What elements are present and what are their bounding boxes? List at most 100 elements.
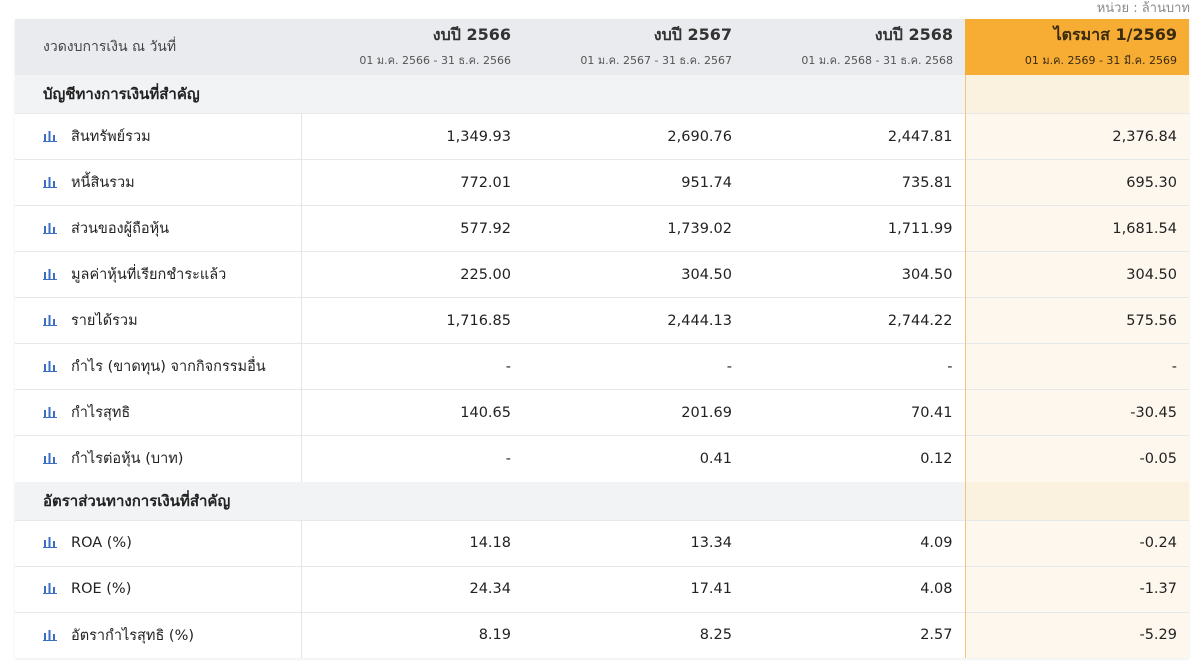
value-cell: -1.37 xyxy=(964,565,1189,612)
value-cell: 201.69 xyxy=(523,389,744,436)
value-cell: -0.24 xyxy=(964,519,1189,566)
section-spacer xyxy=(301,75,965,114)
column-header-2566: งบปี 2566 01 ม.ค. 2566 - 31 ธ.ค. 2566 xyxy=(301,19,523,75)
value-cell: 735.81 xyxy=(744,159,965,206)
row-label-cell: ส่วนของผู้ถือหุ้น xyxy=(15,205,302,252)
table-row: ROA (%) 14.18 13.34 4.09 -0.24 xyxy=(15,519,1189,566)
value-cell: 17.41 xyxy=(523,565,744,612)
row-label-cell: รายได้รวม xyxy=(15,297,302,344)
bar-chart-icon[interactable] xyxy=(43,536,59,548)
value-cell: 1,681.54 xyxy=(964,205,1189,252)
value-cell: 2,744.22 xyxy=(744,297,965,344)
value-cell: -30.45 xyxy=(964,389,1189,436)
bar-chart-icon[interactable] xyxy=(43,314,59,326)
value-cell: 225.00 xyxy=(301,251,523,298)
section-spacer xyxy=(301,481,965,520)
row-label: ROA (%) xyxy=(71,535,132,551)
row-label: กำไรสุทธิ xyxy=(71,405,131,421)
value-cell: 577.92 xyxy=(301,205,523,252)
bar-chart-icon[interactable] xyxy=(43,268,59,280)
table-row: ROE (%) 24.34 17.41 4.08 -1.37 xyxy=(15,565,1189,612)
column-range: 01 ม.ค. 2566 - 31 ธ.ค. 2566 xyxy=(359,54,511,67)
table-row: รายได้รวม 1,716.85 2,444.13 2,744.22 575.56 xyxy=(15,297,1189,344)
section-title: อัตราส่วนทางการเงินที่สำคัญ xyxy=(15,481,301,520)
value-cell: 140.65 xyxy=(301,389,523,436)
value-cell: 2.57 xyxy=(744,611,965,658)
value-cell: 4.08 xyxy=(744,565,965,612)
value-cell: 8.19 xyxy=(301,611,523,658)
section-title: บัญชีทางการเงินที่สำคัญ xyxy=(15,75,301,114)
column-header-q1-2569: ไตรมาส 1/2569 01 ม.ค. 2569 - 31 มี.ค. 25… xyxy=(965,19,1189,75)
row-label: อัตรากำไรสุทธิ (%) xyxy=(71,627,195,644)
row-label-cell: หนี้สินรวม xyxy=(15,159,302,206)
financial-table-container: งวดงบการเงิน ณ วันที่ งบปี 2566 01 ม.ค. … xyxy=(15,19,1189,658)
column-title: งบปี 2566 xyxy=(432,25,511,44)
value-cell: 1,739.02 xyxy=(523,205,744,252)
value-cell: 304.50 xyxy=(964,251,1189,298)
value-cell: -5.29 xyxy=(964,611,1189,658)
row-label: หนี้สินรวม xyxy=(71,175,135,191)
row-label: ส่วนของผู้ถือหุ้น xyxy=(71,221,170,237)
value-cell: -0.05 xyxy=(964,435,1189,482)
column-header-2568: งบปี 2568 01 ม.ค. 2568 - 31 ธ.ค. 2568 xyxy=(744,19,965,75)
table-row: อัตรากำไรสุทธิ (%) 8.19 8.25 2.57 -5.29 xyxy=(15,611,1189,658)
column-range: 01 ม.ค. 2568 - 31 ธ.ค. 2568 xyxy=(801,54,953,67)
column-title: งบปี 2568 xyxy=(874,25,953,44)
value-cell: 772.01 xyxy=(301,159,523,206)
row-label-cell: กำไร (ขาดทุน) จากกิจกรรมอื่น xyxy=(15,343,302,390)
value-cell: 1,349.93 xyxy=(301,113,523,160)
value-cell: 2,690.76 xyxy=(523,113,744,160)
column-header-2567: งบปี 2567 01 ม.ค. 2567 - 31 ธ.ค. 2567 xyxy=(523,19,744,75)
bar-chart-icon[interactable] xyxy=(43,130,59,142)
table-row: ส่วนของผู้ถือหุ้น 577.92 1,739.02 1,711.99 1… xyxy=(15,205,1189,252)
row-label: สินทรัพย์รวม xyxy=(71,129,151,145)
value-cell: 1,716.85 xyxy=(301,297,523,344)
unit-note: หน่วย : ล้านบาท xyxy=(1096,1,1190,16)
table-row: สินทรัพย์รวม 1,349.93 2,690.76 2,447.81 2,37… xyxy=(15,113,1189,160)
bar-chart-icon[interactable] xyxy=(43,176,59,188)
value-cell: 304.50 xyxy=(523,251,744,298)
value-cell: - xyxy=(301,343,523,390)
bar-chart-icon[interactable] xyxy=(43,222,59,234)
section-header-row: บัญชีทางการเงินที่สำคัญ xyxy=(15,75,1189,114)
value-cell: 575.56 xyxy=(964,297,1189,344)
value-cell: 0.12 xyxy=(744,435,965,482)
row-label-cell: สินทรัพย์รวม xyxy=(15,113,302,160)
value-cell: 304.50 xyxy=(744,251,965,298)
row-label-cell: อัตรากำไรสุทธิ (%) xyxy=(15,611,302,658)
value-cell: 14.18 xyxy=(301,519,523,566)
bar-chart-icon[interactable] xyxy=(43,582,59,594)
table-row: กำไรต่อหุ้น (บาท) -0.41 0.12 -0.05 xyxy=(15,435,1189,482)
table-row: กำไร (ขาดทุน) จากกิจกรรมอื่น - - - - xyxy=(15,343,1189,390)
row-label: กำไรต่อหุ้น (บาท) xyxy=(71,451,184,468)
column-title: ไตรมาส 1/2569 xyxy=(1053,25,1177,44)
bar-chart-icon[interactable] xyxy=(43,629,59,641)
table-row: มูลค่าหุ้นที่เรียกชำระแล้ว 225.00 304.50 30… xyxy=(15,251,1189,298)
value-cell: - xyxy=(523,343,744,390)
column-range: 01 ม.ค. 2567 - 31 ธ.ค. 2567 xyxy=(580,54,732,67)
row-label: กำไร (ขาดทุน) จากกิจกรรมอื่น xyxy=(71,359,266,375)
table-row: กำไรสุทธิ 140.65 201.69 70.41 -30.45 xyxy=(15,389,1189,436)
bar-chart-icon[interactable] xyxy=(43,452,59,465)
row-label-cell: ROA (%) xyxy=(15,519,302,566)
column-range: 01 ม.ค. 2569 - 31 มี.ค. 2569 xyxy=(1024,54,1177,67)
row-label-cell: มูลค่าหุ้นที่เรียกชำระแล้ว xyxy=(15,251,302,298)
bar-chart-icon[interactable] xyxy=(43,406,59,418)
row-label-cell: ROE (%) xyxy=(15,565,302,612)
row-label: ROE (%) xyxy=(71,581,132,597)
value-cell: 0.41 xyxy=(523,435,744,482)
value-cell: 24.34 xyxy=(301,565,523,612)
row-label: มูลค่าหุ้นที่เรียกชำระแล้ว xyxy=(71,267,227,283)
table-row: หนี้สินรวม 772.01 951.74 735.81 695.30 xyxy=(15,159,1189,206)
row-label-cell: กำไรสุทธิ xyxy=(15,389,302,436)
value-cell: - xyxy=(744,343,965,390)
row-label-cell: กำไรต่อหุ้น (บาท) xyxy=(15,435,302,482)
bar-chart-icon[interactable] xyxy=(43,360,59,372)
value-cell: 1,711.99 xyxy=(744,205,965,252)
value-cell: 951.74 xyxy=(523,159,744,206)
section-header-row: อัตราส่วนทางการเงินที่สำคัญ xyxy=(15,481,1189,520)
value-cell: 2,376.84 xyxy=(964,113,1189,160)
value-cell: 13.34 xyxy=(523,519,744,566)
value-cell: - xyxy=(301,435,523,482)
value-cell: 70.41 xyxy=(744,389,965,436)
